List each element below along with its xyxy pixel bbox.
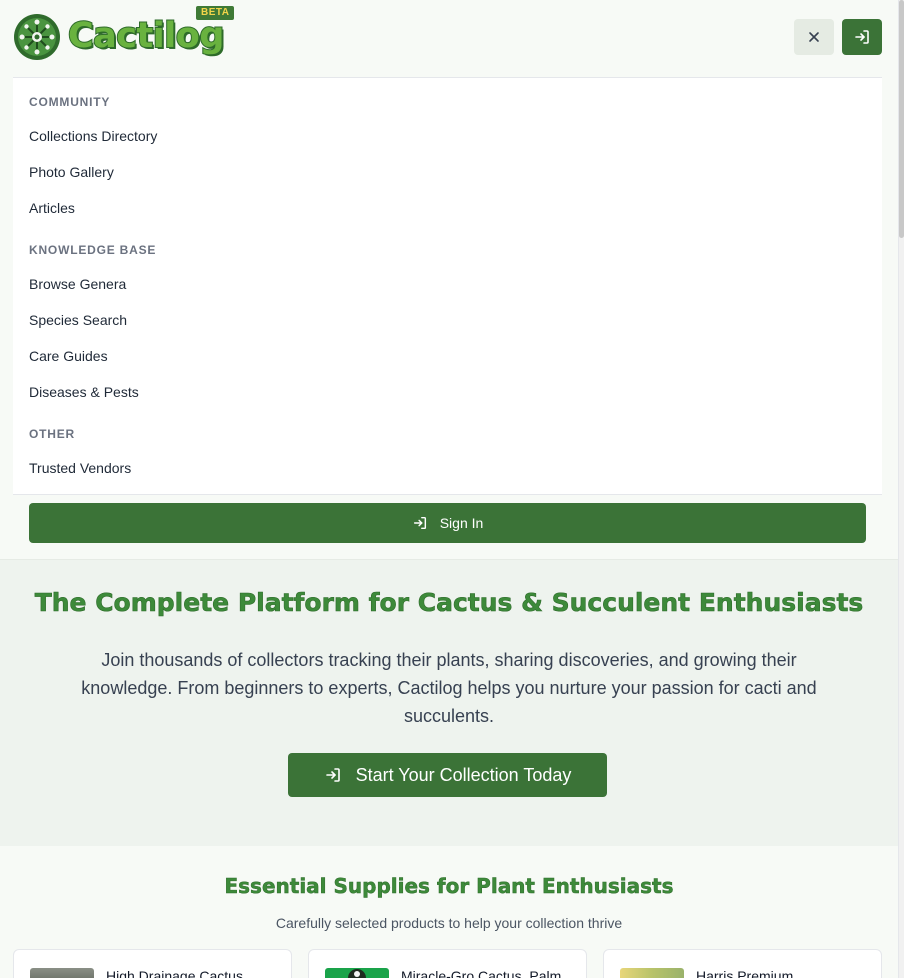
sign-in-icon [325,768,340,782]
product-image [30,968,94,978]
product-logo-icon [348,969,366,978]
nav-item-diseases-pests[interactable]: Diseases & Pests [29,384,139,400]
brand-name[interactable]: Cactilog [67,15,225,57]
sign-in-icon-button[interactable] [842,19,882,55]
product-image [620,968,684,978]
supplies-section: Essential Supplies for Plant Enthusiasts… [0,846,898,978]
product-card[interactable]: High Drainage Cactus [13,949,292,978]
product-name[interactable]: Miracle-Gro Cactus, Palm [401,968,561,978]
start-collection-button[interactable]: Start Your Collection Today [288,753,607,797]
sign-in-icon [413,516,426,530]
product-card[interactable]: Miracle-Gro Cactus, Palm [308,949,587,978]
page: Cactilog BETA COMMUNITY Collections Dire… [0,0,898,978]
nav-menu: COMMUNITY Collections Directory Photo Ga… [13,78,882,495]
nav-item-trusted-vendors[interactable]: Trusted Vendors [29,460,131,476]
product-image [325,968,389,978]
sign-in-button[interactable]: Sign In [29,503,866,543]
scrollbar[interactable] [898,0,904,978]
mobile-menu-panel: Cactilog BETA COMMUNITY Collections Dire… [0,0,898,560]
nav-section-knowledge-base: KNOWLEDGE BASE [29,243,157,257]
beta-badge: BETA [196,6,235,20]
close-icon [809,32,819,42]
sign-in-label: Sign In [439,515,484,531]
nav-item-collections-directory[interactable]: Collections Directory [29,128,157,144]
cactus-logo-icon[interactable] [13,13,61,61]
nav-item-species-search[interactable]: Species Search [29,312,127,328]
nav-item-care-guides[interactable]: Care Guides [29,348,108,364]
product-card[interactable]: Harris Premium [603,949,882,978]
hero-title: The Complete Platform for Cactus & Succu… [34,588,864,618]
sign-in-icon [855,30,869,44]
product-name[interactable]: Harris Premium [696,968,793,978]
close-menu-button[interactable] [794,19,834,55]
supplies-title: Essential Supplies for Plant Enthusiasts [224,874,674,899]
nav-item-browse-genera[interactable]: Browse Genera [29,276,126,292]
nav-item-photo-gallery[interactable]: Photo Gallery [29,164,114,180]
scrollbar-thumb[interactable] [899,0,904,238]
nav-item-articles[interactable]: Articles [29,200,75,216]
product-name[interactable]: High Drainage Cactus [106,968,243,978]
supplies-subtitle: Carefully selected products to help your… [275,915,623,931]
header: Cactilog BETA [13,0,882,78]
nav-section-community: COMMUNITY [29,95,111,109]
hero-description: Join thousands of collectors tracking th… [81,650,817,726]
hero-section: The Complete Platform for Cactus & Succu… [0,560,898,846]
nav-section-other: OTHER [29,427,75,441]
cta-label: Start Your Collection Today [355,764,572,785]
